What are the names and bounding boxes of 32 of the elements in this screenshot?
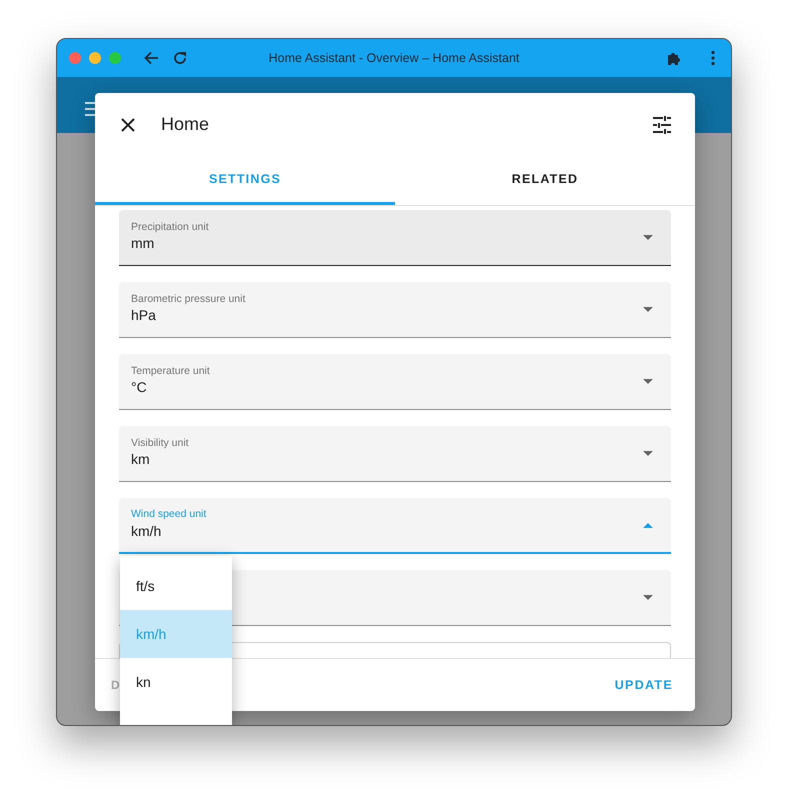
field-value: km/h: [131, 522, 162, 541]
close-icon[interactable]: [121, 118, 135, 132]
menu-item[interactable]: kn: [120, 658, 232, 706]
select-field[interactable]: Visibility unit km: [119, 426, 671, 482]
field-label: Barometric pressure unit: [131, 292, 246, 306]
tab[interactable]: RELATED: [395, 156, 695, 205]
caret-down-icon: [643, 235, 653, 240]
field-value: °C: [131, 378, 148, 398]
menu-item[interactable]: ft/s: [120, 562, 232, 610]
field-label: Temperature unit: [131, 364, 211, 378]
dialog-title: Home: [161, 113, 210, 136]
caret-up-icon: [643, 522, 653, 528]
settings-icon[interactable]: [653, 116, 671, 134]
field-label: Precipitation unit: [131, 220, 210, 234]
reload-icon[interactable]: [172, 50, 188, 66]
select-field[interactable]: Precipitation unit mm: [119, 210, 671, 266]
select-field[interactable]: Wind speed unit km/h: [119, 498, 671, 554]
field-value: hPa: [131, 306, 157, 326]
caret-down-icon: [643, 379, 653, 384]
caret-down-icon: [643, 595, 653, 600]
caret-down-icon: [643, 307, 653, 312]
more-icon[interactable]: [711, 50, 715, 66]
field-label: Visibility unit: [131, 436, 190, 450]
field-label: Wind speed unit: [131, 508, 208, 521]
caret-down-icon: [643, 451, 653, 456]
select-field[interactable]: Temperature unit °C: [119, 354, 671, 410]
back-icon[interactable]: [143, 50, 159, 66]
field-value: mm: [131, 234, 156, 254]
field-value: km: [131, 450, 151, 470]
window-title: Home Assistant - Overview – Home Assistant: [268, 50, 520, 67]
puzzle-icon[interactable]: [666, 50, 682, 66]
select-field[interactable]: Barometric pressure unit hPa: [119, 282, 671, 338]
